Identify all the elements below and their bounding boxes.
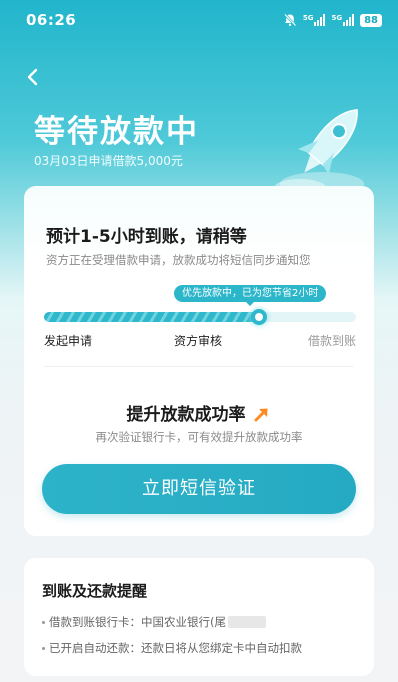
reminder-title: 到账及还款提醒 [42,582,148,600]
battery-icon: 88 [360,13,382,27]
progress-fill [44,312,260,322]
step-review: 资方审核 [174,334,223,348]
step-received: 借款到账 [307,334,356,348]
reminder-item-text: 借款到账银行卡：中国农业银行(尾 [49,615,226,629]
boost-title-text: 提升放款成功率 [126,405,246,425]
eta-title: 预计1-5小时到账，请稍等 [46,227,247,247]
reminder-item-auto-repay: 已开启自动还款：还款日将从您绑定卡中自动扣款 [42,640,302,656]
step-apply: 发起申请 [44,334,93,348]
priority-tooltip: 优先放款中，已为您节省2小时 [174,285,327,306]
reminder-item-text: 已开启自动还款：还款日将从您绑定卡中自动扣款 [49,641,302,655]
status-icons: 5G 5G 88 [283,13,382,27]
bullet-dot-icon [42,647,45,650]
signal-1-tag: 5G [302,14,314,22]
boost-title: 提升放款成功率 [24,400,374,425]
signal-2-tag: 5G [331,14,343,22]
loan-status-card: 预计1-5小时到账，请稍等 资方正在受理借款申请，放款成功将短信同步通知您 优先… [24,186,374,536]
bullet-dot-icon [42,621,45,624]
page-title: 等待放款中 [34,114,199,150]
sms-verify-button[interactable]: 立即短信验证 [42,464,356,514]
mute-bell-icon [283,13,297,27]
progress-track [44,309,356,325]
status-bar: 06:26 5G 5G 88 [0,0,398,40]
progress-marker [251,309,268,325]
signal-1-icon: 5G [303,14,326,26]
page-subtitle: 03月03日申请借款5,000元 [34,154,183,168]
divider [44,366,354,367]
masked-card-number [228,616,266,628]
eta-description: 资方正在受理借款申请，放款成功将短信同步通知您 [46,253,311,267]
back-arrow-icon[interactable] [22,66,44,88]
up-arrow-icon [254,408,268,422]
signal-2-icon: 5G [331,14,355,26]
reminder-item-bank-card: 借款到账银行卡：中国农业银行(尾 [42,614,266,630]
reminder-card: 到账及还款提醒 借款到账银行卡：中国农业银行(尾 已开启自动还款：还款日将从您绑… [24,558,374,676]
status-time: 06:26 [26,11,77,29]
boost-description: 再次验证银行卡，可有效提升放款成功率 [95,430,303,444]
